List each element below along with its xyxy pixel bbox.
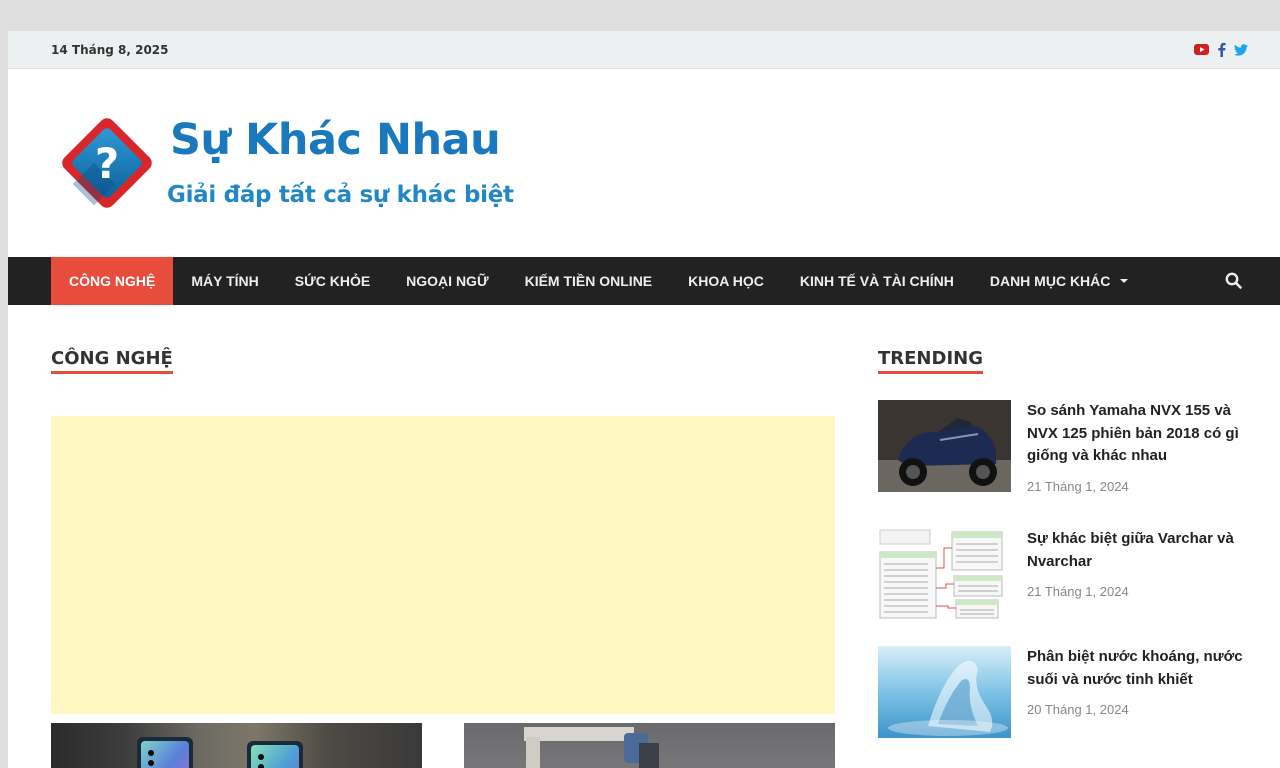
- water-splash-photo-icon: [878, 646, 1011, 738]
- nav-item-label: DANH MỤC KHÁC: [989, 273, 1111, 289]
- page: 14 Tháng 8, 2025 ? Sự Khác Nhau Giải đáp…: [8, 31, 1280, 768]
- nav-item-suc-khoe[interactable]: SỨC KHỎE: [277, 257, 388, 305]
- nav-item-may-tinh[interactable]: MÁY TÍNH: [173, 257, 276, 305]
- social-links: [1194, 42, 1248, 57]
- svg-text:?: ?: [95, 139, 119, 188]
- nav-item-kiem-tien-online[interactable]: KIẾM TIỀN ONLINE: [507, 257, 671, 305]
- trending-date: 21 Tháng 1, 2024: [1027, 478, 1129, 494]
- nav-item-label: MÁY TÍNH: [191, 273, 259, 289]
- nav-item-danh-muc-khac[interactable]: DANH MỤC KHÁC: [972, 257, 1147, 305]
- main-navigation: CÔNG NGHỆ MÁY TÍNH SỨC KHỎE NGOẠI NGỮ KI…: [8, 257, 1280, 305]
- trending-thumbnail[interactable]: [878, 646, 1011, 738]
- trending-headline[interactable]: So sánh Yamaha NVX 155 và NVX 125 phiên …: [1027, 400, 1252, 468]
- trending-headline[interactable]: Sự khác biệt giữa Varchar và Nvarchar: [1027, 528, 1252, 573]
- article-thumbnail[interactable]: [464, 723, 835, 768]
- trending-thumbnail[interactable]: [878, 528, 1011, 620]
- youtube-icon[interactable]: [1194, 44, 1209, 55]
- article-thumbnail[interactable]: [51, 723, 422, 768]
- twitter-icon[interactable]: [1234, 43, 1248, 56]
- trending-headline[interactable]: Phân biệt nước khoáng, nước suối và nước…: [1027, 646, 1252, 691]
- nav-item-label: KIẾM TIỀN ONLINE: [524, 273, 653, 289]
- nav-item-ngoai-ngu[interactable]: NGOẠI NGỮ: [388, 257, 506, 305]
- site-tagline: Giải đáp tất cả sự khác biệt: [167, 182, 514, 208]
- nav-item-khoa-hoc[interactable]: KHOA HỌC: [670, 257, 782, 305]
- facebook-icon[interactable]: [1217, 42, 1226, 57]
- trending-thumbnail[interactable]: [878, 400, 1011, 492]
- question-mark-logo-icon: ?: [62, 118, 152, 208]
- section-title: CÔNG NGHỆ: [51, 348, 173, 374]
- device-photo-icon: [524, 727, 659, 768]
- trending-title: TRENDING: [878, 348, 983, 374]
- nav-item-label: KHOA HỌC: [688, 273, 764, 289]
- site-title: Sự Khác Nhau: [170, 115, 501, 165]
- nav-item-label: KINH TẾ VÀ TÀI CHÍNH: [799, 273, 954, 289]
- nav-item-label: NGOẠI NGỮ: [406, 273, 489, 289]
- site-logo[interactable]: ? Sự Khác Nhau Giải đáp tất cả sự khác b…: [51, 105, 514, 217]
- nav-item-label: CÔNG NGHỆ: [69, 273, 156, 289]
- phone-photo-icon: [137, 737, 303, 768]
- trending-date: 20 Tháng 1, 2024: [1027, 702, 1129, 717]
- scooter-photo-icon: [878, 400, 1011, 492]
- trending-date: 21 Tháng 1, 2024: [1027, 584, 1129, 599]
- search-icon[interactable]: [1225, 272, 1242, 289]
- nav-item-label: SỨC KHỎE: [294, 273, 371, 289]
- chevron-down-icon: [1120, 279, 1129, 283]
- top-bar: 14 Tháng 8, 2025: [8, 31, 1280, 69]
- advertisement-slot[interactable]: [51, 416, 835, 714]
- nav-item-cong-nghe[interactable]: CÔNG NGHỆ: [51, 257, 174, 305]
- database-diagram-icon: [878, 528, 1011, 620]
- nav-item-kinh-te-tai-chinh[interactable]: KINH TẾ VÀ TÀI CHÍNH: [782, 257, 972, 305]
- current-date: 14 Tháng 8, 2025: [51, 43, 169, 57]
